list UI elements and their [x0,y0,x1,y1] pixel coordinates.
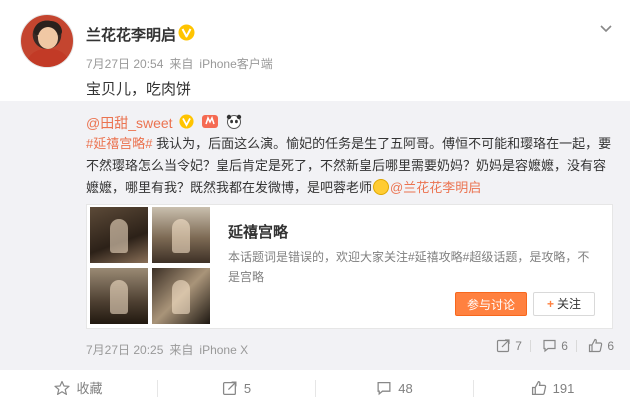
post-meta: 7月27日 20:54 来自 iPhone客户端 [86,55,279,72]
like-icon [589,338,603,353]
verified-v-icon [179,114,195,134]
like-count: 191 [552,381,575,396]
repost-count: 5 [243,381,252,396]
retweet-repost-count: 7 [515,339,522,353]
retweet-date[interactable]: 7月27日 20:25 [86,343,163,357]
hashtag-link[interactable]: #延禧宫略# [86,136,152,151]
share-icon [222,381,237,396]
retweet-comment-count: 6 [561,339,568,353]
retweet-comment-button[interactable]: 6 [542,338,568,353]
thumbnail [152,207,210,263]
topic-card-title[interactable]: 延禧宫略 [228,221,288,242]
comment-button[interactable]: 48 [316,370,473,406]
comment-count: 48 [398,381,413,396]
favorite-icon [54,380,71,395]
join-discussion-button[interactable]: 参与讨论 [455,292,527,316]
post-source-prefix: 来自 [169,57,194,71]
like-icon [531,380,546,396]
share-icon [497,339,510,353]
retweet-repost-button[interactable]: 7 [496,338,522,353]
author-name[interactable]: 兰花花李明启 [86,24,176,45]
favorite-label: 收藏 [76,381,103,396]
emoji-icon [373,179,390,195]
retweet-actions: 7 6 6 [488,338,614,353]
thumbnail [90,268,148,324]
panda-icon [226,114,242,134]
topic-card[interactable]: 延禧宫略 本话题词是错误的，欢迎大家关注#延禧攻略#超级话题，是攻略，不是宫略 … [86,204,613,329]
comment-icon [543,339,556,353]
retweet-meta: 7月27日 20:25 来自 iPhone X [86,341,254,358]
author-avatar[interactable] [20,14,74,68]
retweet-user[interactable]: @田甜_sweet [86,115,173,131]
follow-label: 关注 [557,297,582,311]
repost-button[interactable]: 5 [158,370,315,406]
member-badge-icon [201,114,219,134]
retweet-source: iPhone X [199,343,249,357]
post-source: iPhone客户端 [199,57,273,71]
retweet-body-text: 我认为，后面这么演。愉妃的任务是生了五阿哥。傅恒不可能和璎珞在一起，要不然璎珞怎… [86,136,612,195]
thumbnail [152,268,210,324]
mention-link[interactable]: @兰花花李明启 [390,180,481,195]
retweet-text: #延禧宫略# 我认为，后面这么演。愉妃的任务是生了五阿哥。傅恒不可能和璎珞在一起… [86,133,614,199]
like-button[interactable]: 191 [474,370,630,406]
favorite-button[interactable]: 收藏 [0,370,157,406]
verified-v-icon [178,24,195,41]
post-text: 宝贝儿，吃肉饼 [86,81,192,98]
topic-card-image [87,205,213,330]
plus-icon: + [546,297,554,311]
retweet-header: @田甜_sweet [86,113,242,134]
retweet-source-prefix: 来自 [169,343,194,357]
follow-button[interactable]: + 关注 [533,292,595,316]
retweet-like-button[interactable]: 6 [588,338,614,353]
chevron-down-icon[interactable] [598,20,614,36]
post-date[interactable]: 7月27日 20:54 [86,57,163,71]
topic-card-description: 本话题词是错误的，欢迎大家关注#延禧攻略#超级话题，是攻略，不是宫略 [228,250,590,284]
retweet-box: @田甜_sweet #延禧宫略# 我认为，后面这么演。愉妃的任务是生了五阿哥。傅… [0,101,630,369]
retweet-like-count: 6 [607,339,614,353]
thumbnail [90,207,148,263]
comment-icon [377,382,391,396]
action-bar: 收藏 5 48 191 [0,369,630,406]
weibo-post: 兰花花李明启 7月27日 20:54 来自 iPhone客户端 宝贝儿，吃肉饼 @田… [0,0,630,406]
